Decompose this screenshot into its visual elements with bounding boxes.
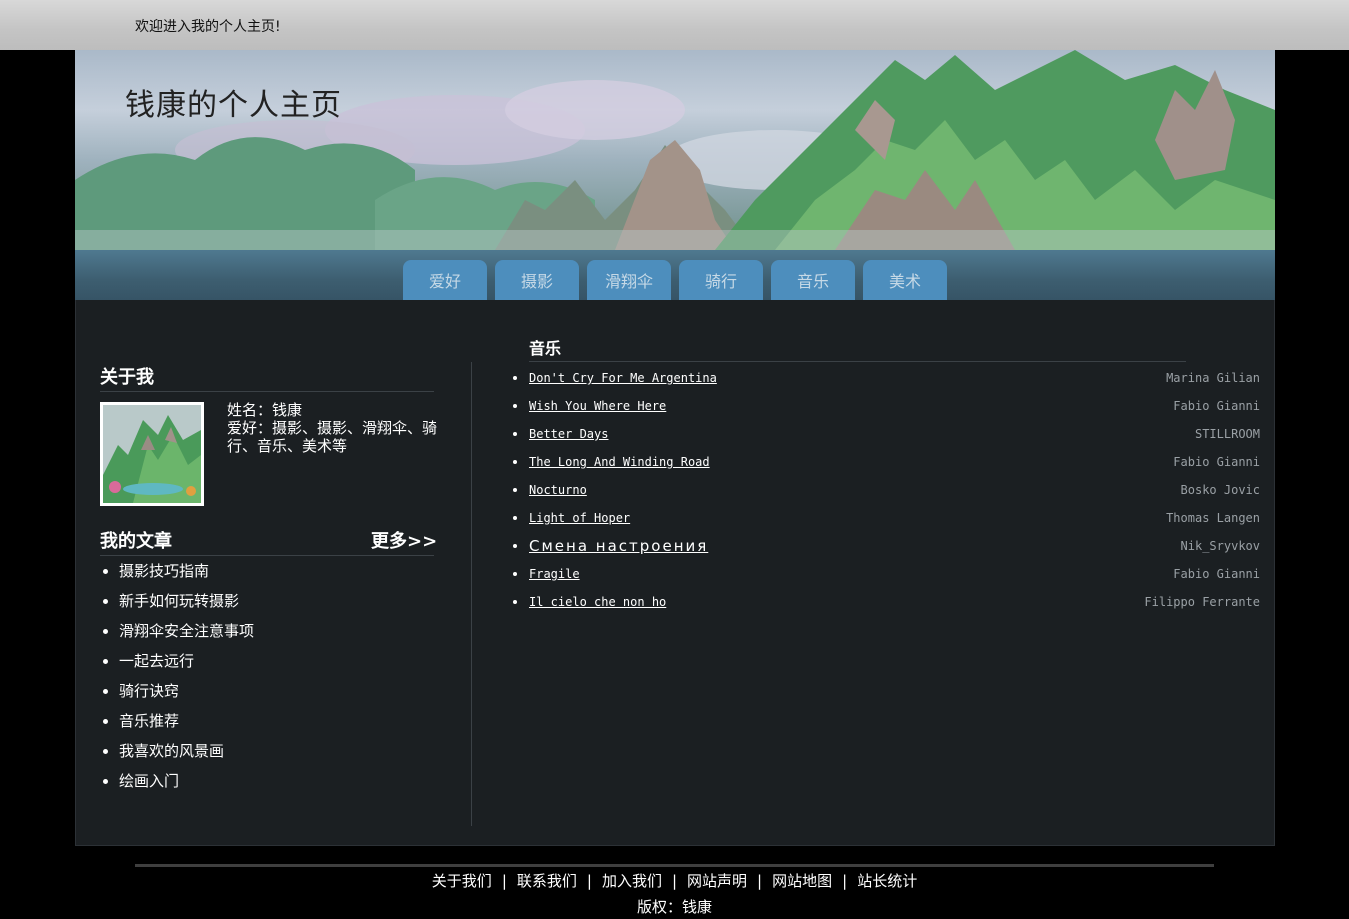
about-divider — [100, 391, 434, 392]
footer-separator: | — [842, 872, 848, 890]
footer-link-sitemap[interactable]: 网站地图 — [772, 872, 832, 890]
about-info: 姓名：钱康 爱好：摄影、摄影、滑翔伞、骑行、音乐、美术等 — [227, 401, 442, 455]
song-link[interactable]: Il cielo che non ho — [529, 595, 666, 609]
footer-link-about[interactable]: 关于我们 — [432, 872, 492, 890]
column-divider — [471, 362, 472, 826]
footer-separator: | — [501, 872, 507, 890]
article-item[interactable]: 滑翔伞安全注意事项 — [100, 618, 254, 648]
about-title: 关于我 — [100, 367, 154, 388]
article-item[interactable]: 新手如何玩转摄影 — [100, 588, 254, 618]
article-item[interactable]: 我喜欢的风景画 — [100, 738, 254, 768]
song-link[interactable]: Better Days — [529, 427, 608, 441]
song-artist: Marina Gilian — [1166, 371, 1260, 385]
nav-tab-photography[interactable]: 摄影 — [495, 260, 579, 300]
more-articles-link[interactable]: 更多>> — [371, 527, 437, 553]
music-row: Light of Hoper Thomas Langen — [508, 504, 1260, 532]
site-title: 钱康的个人主页 — [125, 88, 342, 123]
music-divider — [529, 361, 1186, 362]
articles-title: 我的文章 — [100, 531, 172, 552]
music-row: Il cielo che non ho Filippo Ferrante — [508, 588, 1260, 616]
song-link[interactable]: Light of Hoper — [529, 511, 630, 525]
song-artist: Thomas Langen — [1166, 511, 1260, 525]
music-title: 音乐 — [529, 339, 562, 358]
about-hobbies: 爱好：摄影、摄影、滑翔伞、骑行、音乐、美术等 — [227, 419, 438, 455]
articles-divider — [100, 555, 434, 556]
song-artist: Filippo Ferrante — [1144, 595, 1260, 609]
nav-tab-cycling[interactable]: 骑行 — [679, 260, 763, 300]
song-artist: Bosko Jovic — [1180, 483, 1260, 497]
nav-tab-hobby[interactable]: 爱好 — [403, 260, 487, 300]
about-name: 姓名：钱康 — [227, 401, 303, 419]
article-list: 摄影技巧指南 新手如何玩转摄影 滑翔伞安全注意事项 一起去远行 骑行诀窍 音乐推… — [100, 558, 254, 798]
header-banner: 钱康的个人主页 — [75, 50, 1275, 250]
welcome-text: 欢迎进入我的个人主页! — [135, 19, 281, 35]
landscape-thumbnail-image — [103, 405, 201, 503]
avatar — [100, 402, 204, 506]
top-bar: 欢迎进入我的个人主页! — [0, 0, 1349, 50]
article-item[interactable]: 音乐推荐 — [100, 708, 254, 738]
song-link[interactable]: Смена настроения — [529, 537, 708, 555]
article-item[interactable]: 摄影技巧指南 — [100, 558, 254, 588]
song-link[interactable]: Wish You Where Here — [529, 399, 666, 413]
music-row: Fragile Fabio Gianni — [508, 560, 1260, 588]
song-artist: Fabio Gianni — [1173, 455, 1260, 469]
nav-tab-art[interactable]: 美术 — [863, 260, 947, 300]
song-link[interactable]: Fragile — [529, 567, 580, 581]
music-row: Don't Cry For Me Argentina Marina Gilian — [508, 364, 1260, 392]
song-artist: Fabio Gianni — [1173, 399, 1260, 413]
footer-separator: | — [671, 872, 678, 890]
footer-link-stats[interactable]: 站长统计 — [857, 872, 917, 890]
music-list: Don't Cry For Me Argentina Marina Gilian… — [508, 364, 1260, 616]
copyright-text: 版权：钱康 — [636, 898, 712, 916]
music-row: Смена настроения Nik_Sryvkov — [508, 532, 1260, 560]
song-link[interactable]: The Long And Winding Road — [529, 455, 710, 469]
footer-link-contact[interactable]: 联系我们 — [517, 872, 577, 890]
song-artist: STILLROOM — [1194, 427, 1260, 441]
song-link[interactable]: Nocturno — [529, 483, 587, 497]
article-item[interactable]: 骑行诀窍 — [100, 678, 254, 708]
footer-link-statement[interactable]: 网站声明 — [687, 872, 747, 890]
article-item[interactable]: 绘画入门 — [100, 768, 254, 798]
song-artist: Nik_Sryvkov — [1180, 539, 1260, 553]
song-artist: Fabio Gianni — [1173, 567, 1260, 581]
article-item[interactable]: 一起去远行 — [100, 648, 254, 678]
song-link[interactable]: Don't Cry For Me Argentina — [529, 371, 717, 385]
music-row: Better Days STILLROOM — [508, 420, 1260, 448]
main-nav: 爱好 摄影 滑翔伞 骑行 音乐 美术 — [75, 250, 1275, 300]
footer-separator: | — [586, 872, 592, 890]
footer-separator: | — [757, 872, 763, 890]
music-row: The Long And Winding Road Fabio Gianni — [508, 448, 1260, 476]
nav-tabs: 爱好 摄影 滑翔伞 骑行 音乐 美术 — [403, 260, 947, 300]
nav-tab-paragliding[interactable]: 滑翔伞 — [587, 260, 671, 300]
footer-divider — [135, 864, 1214, 867]
footer-link-join[interactable]: 加入我们 — [602, 872, 662, 890]
nav-tab-music[interactable]: 音乐 — [771, 260, 855, 300]
main-content: 关于我 姓名：钱康 爱好：摄影、摄影、滑翔伞、骑行、音乐、美术等 我的文章 更多… — [75, 300, 1275, 846]
music-row: Wish You Where Here Fabio Gianni — [508, 392, 1260, 420]
footer-links: 关于我们 | 联系我们 | 加入我们 | 网站声明 | 网站地图 | 站长统计 — [0, 871, 1349, 891]
music-row: Nocturno Bosko Jovic — [508, 476, 1260, 504]
